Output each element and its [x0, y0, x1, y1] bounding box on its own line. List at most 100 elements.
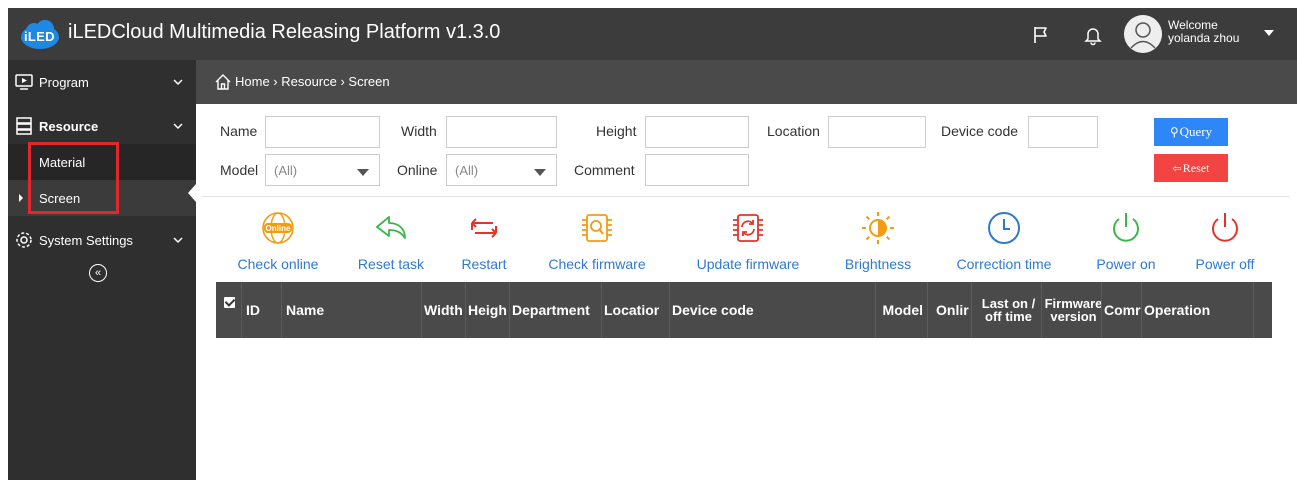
chevron-down-icon	[173, 237, 183, 244]
chevron-down-icon	[173, 79, 183, 86]
brightness-icon	[862, 212, 894, 244]
divider	[202, 196, 1290, 197]
comment-label: Comment	[574, 162, 635, 178]
power-off-label: Power off	[1195, 256, 1255, 272]
column-header-height[interactable]: Heigh	[466, 282, 510, 338]
sidebar-item-label: Program	[39, 74, 89, 90]
sidebar-item-label: Material	[39, 154, 86, 170]
check-firmware-button[interactable]: Check firmware	[536, 210, 658, 276]
name-input[interactable]	[265, 116, 380, 148]
sidebar-item-label: Screen	[39, 190, 81, 206]
username: yolanda zhou	[1168, 31, 1240, 45]
restart-arrows-icon	[471, 218, 497, 238]
restart-button[interactable]: Restart	[449, 210, 519, 276]
column-header-operation[interactable]: Operation	[1142, 282, 1254, 338]
comment-input[interactable]	[645, 154, 749, 186]
column-header-id[interactable]: ID	[242, 282, 282, 338]
reset-task-label: Reset task	[357, 256, 425, 272]
correction-time-button[interactable]: Correction time	[944, 210, 1064, 276]
logo-text: iLED	[24, 29, 55, 44]
reset-button[interactable]: ⇦ Reset	[1154, 154, 1228, 182]
user-menu[interactable]: Welcome yolanda zhou	[1168, 19, 1239, 45]
column-header-last-on-off-time[interactable]: Last on / off time	[972, 282, 1042, 338]
avatar[interactable]	[1124, 15, 1162, 53]
model-label: Model	[220, 162, 259, 178]
online-select[interactable]: (All)	[446, 154, 557, 186]
flag-icon[interactable]	[1030, 24, 1052, 46]
chip-search-icon	[582, 214, 612, 242]
reset-task-button[interactable]: Reset task	[348, 210, 434, 276]
sidebar-item-program[interactable]: Program	[8, 60, 196, 104]
app-title: iLEDCloud Multimedia Releasing Platform …	[68, 21, 501, 43]
globe-online-icon: Online	[262, 212, 294, 244]
caret-down-icon	[534, 169, 546, 176]
check-firmware-label: Check firmware	[548, 256, 646, 272]
power-icon	[1113, 213, 1139, 242]
sidebar-item-system-settings[interactable]: System Settings	[8, 218, 196, 262]
power-icon	[1212, 213, 1238, 242]
sidebar-item-resource[interactable]: Resource	[8, 104, 196, 148]
location-input[interactable]	[828, 116, 926, 148]
device-code-input[interactable]	[1028, 116, 1098, 148]
width-input[interactable]	[446, 116, 557, 148]
sidebar: Program Resource Material Screen System …	[8, 60, 196, 480]
checkbox-icon	[224, 297, 235, 308]
online-label: Online	[397, 162, 438, 178]
query-button[interactable]: ⚲ Query	[1154, 118, 1228, 146]
height-label: Height	[596, 123, 637, 139]
query-label: Query	[1179, 124, 1213, 139]
table-header: ID Name Width Heigh Department Locatior …	[216, 282, 1272, 338]
caret-right-icon	[19, 194, 23, 202]
scrollbar-gutter	[1254, 282, 1272, 338]
model-select-value: (All)	[274, 162, 298, 178]
sidebar-item-label: System Settings	[39, 232, 133, 248]
column-header-line: off time	[985, 309, 1032, 324]
column-header-comment[interactable]: Comr	[1102, 282, 1142, 338]
column-header-device-code[interactable]: Device code	[670, 282, 876, 338]
brightness-button[interactable]: Brightness	[834, 210, 922, 276]
correction-time-label: Correction time	[956, 256, 1052, 272]
column-header-online[interactable]: Onlir	[928, 282, 972, 338]
column-header-location[interactable]: Locatior	[602, 282, 670, 338]
check-online-label: Check online	[237, 256, 319, 272]
server-stack-icon	[16, 117, 32, 135]
restart-label: Restart	[461, 256, 507, 272]
breadcrumb: Home › Resource › Screen	[196, 60, 1297, 104]
home-icon[interactable]	[214, 73, 232, 91]
active-indicator	[188, 184, 196, 202]
column-header-model[interactable]: Model	[876, 282, 928, 338]
column-header-width[interactable]: Width	[422, 282, 466, 338]
column-header-department[interactable]: Department	[510, 282, 602, 338]
sidebar-item-material[interactable]: Material	[8, 144, 196, 180]
column-header-line: version	[1050, 309, 1097, 324]
column-header-name[interactable]: Name	[282, 282, 422, 338]
online-select-value: (All)	[455, 162, 479, 178]
model-select[interactable]: (All)	[265, 154, 380, 186]
power-on-button[interactable]: Power on	[1084, 210, 1168, 276]
chevron-down-icon	[173, 123, 183, 130]
update-firmware-button[interactable]: Update firmware	[682, 210, 814, 276]
column-header-firmware-version[interactable]: Firmware version	[1042, 282, 1102, 338]
update-firmware-label: Update firmware	[696, 256, 800, 272]
collapse-sidebar-icon[interactable]: «	[89, 264, 107, 282]
search-icon: ⚲	[1169, 125, 1179, 139]
clock-icon	[988, 212, 1020, 244]
app-header: iLED iLEDCloud Multimedia Releasing Plat…	[8, 8, 1297, 60]
back-arrow-icon: ⇦	[1172, 161, 1182, 175]
gear-icon	[16, 232, 32, 248]
power-off-button[interactable]: Power off	[1183, 210, 1267, 276]
width-label: Width	[401, 123, 437, 139]
check-online-button[interactable]: Online Check online	[226, 210, 330, 276]
location-label: Location	[767, 123, 820, 139]
caret-down-icon	[357, 169, 369, 176]
chevron-down-icon[interactable]	[1264, 30, 1274, 36]
bell-icon[interactable]	[1082, 24, 1104, 46]
reply-arrow-icon	[376, 216, 406, 239]
reset-label: Reset	[1182, 160, 1210, 175]
online-badge-text: Online	[266, 224, 291, 233]
breadcrumb-path[interactable]: Home › Resource › Screen	[235, 74, 390, 89]
height-input[interactable]	[645, 116, 749, 148]
brightness-label: Brightness	[844, 256, 912, 272]
sidebar-item-screen[interactable]: Screen	[8, 180, 196, 216]
select-all-checkbox[interactable]	[216, 282, 242, 338]
